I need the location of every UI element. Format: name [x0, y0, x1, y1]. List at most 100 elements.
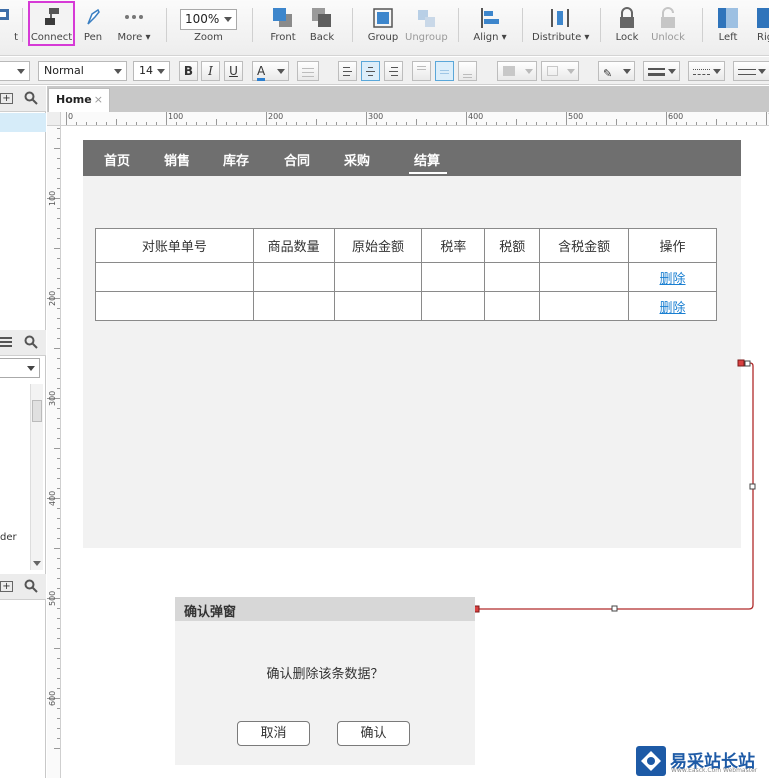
- ruler-tick: [416, 119, 417, 125]
- search-icon[interactable]: [24, 91, 38, 108]
- font-family-select[interactable]: [0, 61, 30, 81]
- delete-link[interactable]: 删除: [660, 272, 686, 287]
- line-width-button[interactable]: [643, 61, 680, 81]
- close-icon[interactable]: ×: [94, 93, 103, 106]
- col-header: 税额: [484, 228, 541, 263]
- valign-middle-button[interactable]: [435, 61, 454, 81]
- more-tool[interactable]: More ▾: [114, 0, 154, 48]
- ruler-tick: [57, 188, 60, 189]
- nav-item-contract[interactable]: 合同: [284, 150, 310, 169]
- tab-home[interactable]: Home ×: [48, 88, 110, 112]
- font-size-select[interactable]: 14: [133, 61, 170, 81]
- nav-item-home[interactable]: 首页: [104, 150, 130, 169]
- ruler-tick: [57, 668, 60, 669]
- delete-link[interactable]: 删除: [660, 301, 686, 316]
- library-select[interactable]: [0, 358, 40, 378]
- ungroup-button[interactable]: Ungroup: [405, 0, 448, 48]
- nav-item-sales[interactable]: 销售: [164, 150, 190, 169]
- watermark-logo-icon: [636, 746, 666, 776]
- ruler-tick: [57, 518, 60, 519]
- align-button[interactable]: Align ▾: [470, 0, 510, 48]
- bring-front-button[interactable]: Front: [266, 0, 300, 48]
- style-select[interactable]: Normal: [38, 61, 127, 81]
- search-icon[interactable]: [24, 335, 38, 352]
- table-cell: [252, 262, 335, 292]
- distribute-button[interactable]: Distribute ▾: [532, 0, 589, 48]
- ruler-tick: [57, 628, 60, 629]
- connect-tool[interactable]: Connect: [28, 0, 75, 48]
- connector-line[interactable]: [470, 355, 765, 617]
- connector-handle[interactable]: [744, 360, 751, 367]
- library-item-label: der: [0, 532, 17, 543]
- select-tool[interactable]: t: [0, 0, 20, 48]
- connector-mid-handle[interactable]: [749, 483, 756, 490]
- connector-mid-handle[interactable]: [611, 605, 618, 612]
- ruler-tick: [736, 122, 737, 125]
- ruler-tick: [276, 122, 277, 125]
- confirm-button[interactable]: 确认: [337, 721, 410, 746]
- ruler-label: 400: [468, 112, 484, 121]
- ruler-tick: [376, 122, 377, 125]
- connector-start-handle[interactable]: [737, 359, 745, 367]
- align-center-button[interactable]: [361, 61, 380, 81]
- ruler-tick: [116, 119, 117, 125]
- bullet-list-button[interactable]: [297, 61, 319, 81]
- menu-icon[interactable]: [0, 337, 12, 351]
- shadow-button[interactable]: [541, 61, 579, 81]
- group-button[interactable]: Group: [364, 0, 402, 48]
- italic-button[interactable]: I: [201, 61, 220, 81]
- valign-bottom-button[interactable]: [458, 61, 477, 81]
- ruler-tick: [57, 288, 60, 289]
- table-row: 删除: [95, 262, 717, 292]
- nav-item-inventory[interactable]: 库存: [223, 150, 249, 169]
- table-cell: [539, 262, 630, 292]
- line-style-button[interactable]: [688, 61, 725, 81]
- left-button[interactable]: Left: [712, 0, 744, 48]
- pen-icon: [84, 7, 102, 30]
- search-icon[interactable]: [24, 579, 38, 596]
- pencil-icon: ✎: [603, 67, 613, 80]
- bold-button[interactable]: B: [179, 61, 198, 81]
- add-page-icon[interactable]: +: [0, 93, 13, 104]
- right-button[interactable]: Rig: [752, 0, 769, 48]
- ruler-tick: [57, 638, 60, 639]
- ruler-tick: [57, 538, 60, 539]
- line-color-button[interactable]: ✎: [598, 61, 635, 81]
- send-back-button[interactable]: Back: [305, 0, 339, 48]
- nav-item-settlement[interactable]: 结算: [414, 150, 440, 169]
- lock-button[interactable]: Lock: [611, 0, 643, 48]
- col-header: 含税金额: [539, 228, 630, 263]
- underline-button[interactable]: U: [224, 61, 243, 81]
- ruler-tick: [57, 318, 60, 319]
- add-master-icon[interactable]: +: [0, 581, 13, 592]
- ruler-tick: [576, 122, 577, 125]
- main-toolbar: t Connect Pen More ▾ 100% Zoom Front Bac…: [0, 0, 769, 56]
- pen-tool[interactable]: Pen: [78, 0, 108, 48]
- ruler-tick: [57, 458, 60, 459]
- ruler-tick: [466, 112, 467, 125]
- arrow-style-button[interactable]: [733, 61, 769, 81]
- ruler-tick: [57, 438, 60, 439]
- ruler-tick: [716, 119, 717, 125]
- ungroup-icon: [415, 7, 437, 32]
- valign-top-button[interactable]: [412, 61, 431, 81]
- cancel-button[interactable]: 取消: [237, 721, 310, 746]
- nav-item-purchase[interactable]: 采购: [344, 150, 370, 169]
- fill-color-button[interactable]: [497, 61, 537, 81]
- ruler-tick: [286, 122, 287, 125]
- vertical-ruler: 100 200 300 400 500 600: [47, 126, 61, 778]
- lock-icon: [617, 7, 637, 32]
- font-color-button[interactable]: A: [252, 61, 289, 81]
- selected-page-row[interactable]: [0, 113, 46, 132]
- chevron-down-icon: [27, 366, 35, 371]
- library-scrollbar[interactable]: [30, 384, 43, 570]
- align-left-button[interactable]: [338, 61, 357, 81]
- ruler-label: 600: [48, 690, 57, 706]
- scroll-down-icon[interactable]: [33, 561, 41, 566]
- ruler-tick: [57, 618, 60, 619]
- scroll-thumb[interactable]: [32, 400, 42, 422]
- chevron-down-icon: [114, 69, 122, 74]
- ruler-tick: [356, 122, 357, 125]
- align-right-button[interactable]: [384, 61, 403, 81]
- unlock-button[interactable]: Unlock: [648, 0, 688, 48]
